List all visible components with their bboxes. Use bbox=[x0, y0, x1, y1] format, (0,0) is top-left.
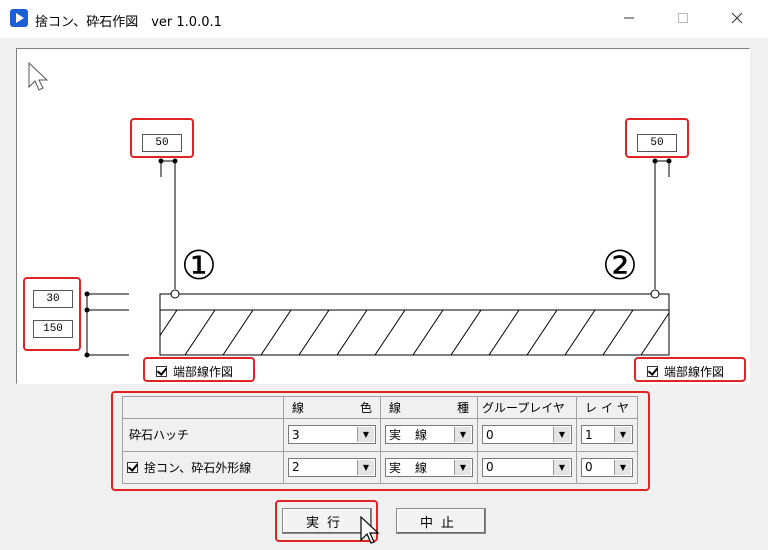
table-row: 捨コン、砕石外形線 2 ▼ 実線 ▼ 0 ▼ 0 ▼ bbox=[122, 450, 638, 484]
marker-1: ① bbox=[181, 243, 217, 289]
dropdown-arrow-icon: ▼ bbox=[614, 427, 631, 443]
end-line-right-checkbox[interactable]: 端部線作図 bbox=[647, 363, 725, 380]
app-play-icon bbox=[10, 9, 28, 27]
linetype-select[interactable]: 実線 ▼ bbox=[385, 425, 473, 445]
layer-select[interactable]: 1 ▼ bbox=[581, 425, 633, 445]
checkbox-checked-icon bbox=[156, 366, 167, 377]
dropdown-arrow-icon: ▼ bbox=[357, 427, 374, 443]
header-color: 線色 bbox=[283, 396, 381, 419]
end-line-left-checkbox[interactable]: 端部線作図 bbox=[156, 363, 234, 380]
section-drawing: ① ② bbox=[28, 61, 672, 358]
color-select[interactable]: 2 ▼ bbox=[288, 457, 376, 477]
row-label-hatch: 砕石ハッチ bbox=[129, 428, 190, 443]
table-row: 砕石ハッチ 3 ▼ 実線 ▼ 0 ▼ 1 ▼ bbox=[122, 418, 638, 452]
header-empty bbox=[122, 396, 284, 419]
top-right-value-field[interactable]: 50 bbox=[637, 134, 677, 152]
left-upper-value-field[interactable]: 30 bbox=[33, 290, 73, 308]
execute-button[interactable]: 実行 bbox=[282, 508, 372, 534]
concrete-slab bbox=[159, 293, 670, 356]
gravel-hatch bbox=[160, 310, 669, 355]
linetype-select[interactable]: 実線 ▼ bbox=[385, 457, 473, 477]
layer-select[interactable]: 0 ▼ bbox=[581, 457, 633, 477]
right-top-dimension bbox=[654, 160, 670, 289]
pointer-cursor-icon bbox=[28, 61, 49, 91]
marker-2: ② bbox=[602, 243, 638, 289]
top-left-value-field[interactable]: 50 bbox=[142, 134, 182, 152]
checkbox-checked-icon bbox=[127, 461, 138, 473]
dropdown-arrow-icon: ▼ bbox=[357, 459, 374, 475]
end-line-right-label: 端部線作図 bbox=[664, 365, 725, 379]
color-select[interactable]: 3 ▼ bbox=[288, 425, 376, 445]
left-top-dimension bbox=[160, 160, 176, 289]
drawing-canvas: ① ② bbox=[16, 48, 750, 384]
header-linetype: 線種 bbox=[380, 396, 478, 419]
window-title: 捨コン、砕石作図 ver 1.0.0.1 bbox=[35, 15, 222, 30]
dropdown-arrow-icon: ▼ bbox=[553, 427, 570, 443]
header-layer: レイヤ bbox=[576, 396, 638, 419]
dropdown-arrow-icon: ▼ bbox=[454, 459, 471, 475]
group-layer-select[interactable]: 0 ▼ bbox=[482, 457, 572, 477]
title-bar: 捨コン、砕石作図 ver 1.0.0.1 bbox=[0, 0, 768, 38]
left-lower-value-field[interactable]: 150 bbox=[33, 320, 73, 338]
maximize-icon[interactable] bbox=[660, 0, 706, 36]
cancel-button[interactable]: 中止 bbox=[396, 508, 486, 534]
dropdown-arrow-icon: ▼ bbox=[454, 427, 471, 443]
settings-table: 線色 線種 グループレイヤ レイヤ 砕石ハッチ 3 ▼ 実線 ▼ 0 ▼ 1 ▼ 捨コン bbox=[122, 396, 638, 484]
right-end-point bbox=[650, 289, 660, 299]
header-group-layer: グループレイヤ bbox=[477, 396, 577, 419]
outline-row-checkbox[interactable]: 捨コン、砕石外形線 bbox=[127, 459, 279, 476]
group-layer-select[interactable]: 0 ▼ bbox=[482, 425, 572, 445]
row-label-outline: 捨コン、砕石外形線 bbox=[144, 460, 252, 475]
dropdown-arrow-icon: ▼ bbox=[553, 459, 570, 475]
highlight-left bbox=[23, 277, 81, 351]
dropdown-arrow-icon: ▼ bbox=[614, 459, 631, 475]
checkbox-checked-icon bbox=[647, 366, 658, 377]
left-dimension bbox=[86, 293, 129, 356]
end-line-left-label: 端部線作図 bbox=[173, 365, 234, 379]
mouse-cursor-icon bbox=[360, 516, 380, 544]
left-end-point bbox=[170, 289, 180, 299]
close-icon[interactable] bbox=[714, 0, 760, 36]
minimize-icon[interactable] bbox=[606, 0, 652, 36]
